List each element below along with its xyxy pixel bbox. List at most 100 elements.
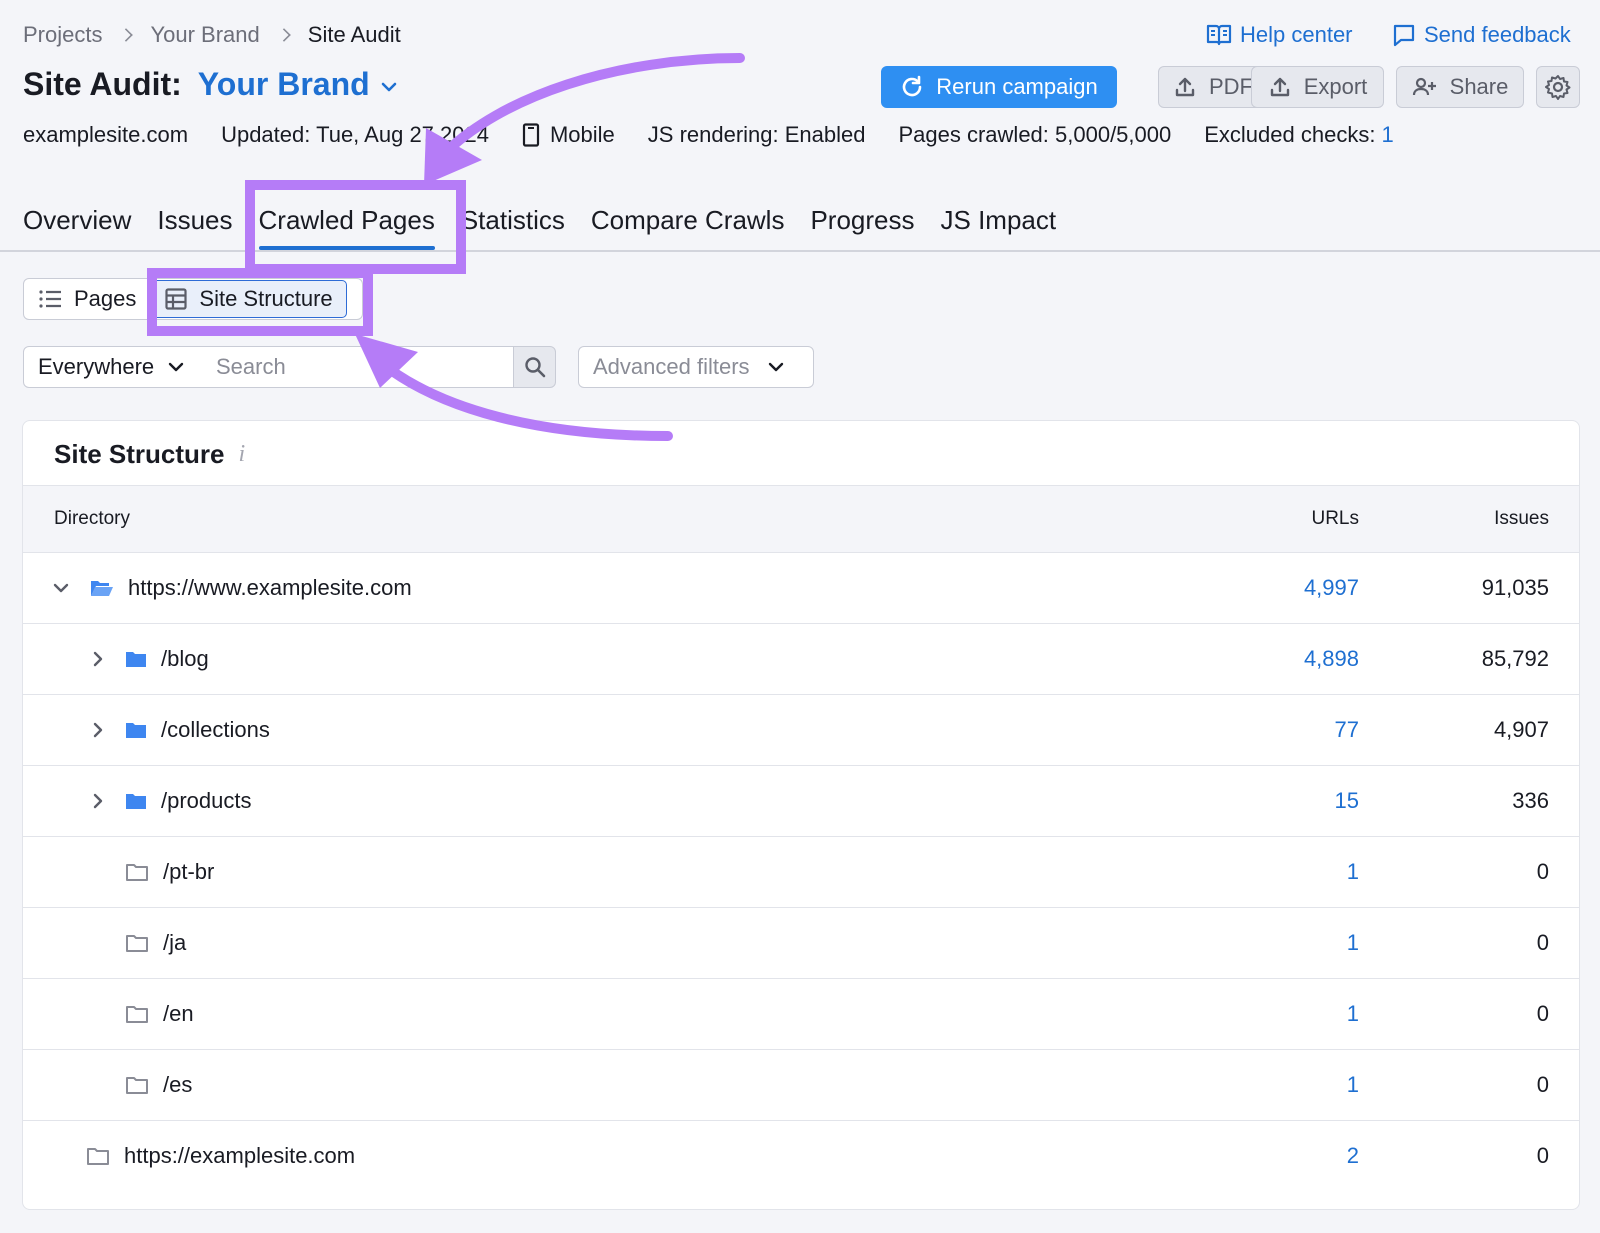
table-row: /collections 77 4,907 bbox=[23, 695, 1579, 766]
directory-name[interactable]: /es bbox=[163, 1072, 192, 1098]
tab-js-impact[interactable]: JS Impact bbox=[941, 205, 1057, 250]
project-selector[interactable]: Your Brand bbox=[198, 66, 370, 103]
feedback-icon bbox=[1393, 24, 1415, 47]
urls-link[interactable]: 1 bbox=[1347, 979, 1359, 1049]
view-toggle: Pages Site Structure bbox=[23, 278, 363, 320]
tab-statistics[interactable]: Statistics bbox=[461, 205, 565, 250]
list-icon bbox=[39, 290, 61, 308]
folder-outline-icon bbox=[87, 1148, 109, 1165]
urls-link[interactable]: 77 bbox=[1335, 695, 1359, 765]
directory-name[interactable]: https://www.examplesite.com bbox=[128, 575, 412, 601]
help-center-link[interactable]: Help center bbox=[1206, 22, 1353, 48]
audit-meta: examplesite.com Updated: Tue, Aug 27 202… bbox=[23, 122, 1427, 148]
chevron-down-icon[interactable] bbox=[52, 581, 70, 595]
urls-link[interactable]: 4,997 bbox=[1304, 553, 1359, 623]
issues-count: 4,907 bbox=[1493, 717, 1549, 742]
breadcrumb-your-brand[interactable]: Your Brand bbox=[150, 22, 259, 48]
issues-count: 0 bbox=[1536, 859, 1549, 884]
urls-link[interactable]: 1 bbox=[1347, 837, 1359, 907]
urls-link[interactable]: 15 bbox=[1335, 766, 1359, 836]
column-urls[interactable]: URLs bbox=[1311, 508, 1359, 530]
site-structure-view-label: Site Structure bbox=[199, 286, 333, 311]
tab-progress[interactable]: Progress bbox=[810, 205, 914, 250]
upload-icon bbox=[1175, 77, 1195, 97]
directory-name[interactable]: https://examplesite.com bbox=[124, 1143, 355, 1169]
chevron-right-icon[interactable] bbox=[91, 650, 105, 668]
urls-link[interactable]: 1 bbox=[1347, 908, 1359, 978]
export-button[interactable]: Export bbox=[1251, 66, 1384, 108]
tab-issues[interactable]: Issues bbox=[157, 205, 232, 250]
scope-select[interactable]: Everywhere bbox=[23, 346, 203, 388]
search-placeholder: Search bbox=[216, 354, 286, 379]
chevron-down-icon[interactable] bbox=[380, 80, 398, 94]
advanced-filters-select[interactable]: Advanced filters bbox=[578, 346, 814, 388]
urls-link[interactable]: 2 bbox=[1347, 1121, 1359, 1191]
folder-outline-icon bbox=[126, 1077, 148, 1094]
folder-icon bbox=[126, 794, 146, 809]
site-structure-view-button[interactable]: Site Structure bbox=[151, 280, 347, 318]
advanced-filters-label: Advanced filters bbox=[593, 354, 750, 379]
export-label: Export bbox=[1303, 74, 1368, 99]
site-structure-card: Site Structure i Directory URLs Issues h… bbox=[22, 420, 1580, 1210]
issues-count: 0 bbox=[1536, 1001, 1549, 1026]
folder-icon bbox=[126, 723, 146, 738]
card-title-text: Site Structure bbox=[54, 439, 225, 469]
pages-view-label: Pages bbox=[74, 286, 137, 311]
search-icon bbox=[524, 357, 545, 378]
table-row: /ja 1 0 bbox=[23, 908, 1579, 979]
directory-name[interactable]: /en bbox=[163, 1001, 194, 1027]
pages-crawled-text: Pages crawled: 5,000/5,000 bbox=[898, 122, 1172, 147]
page-title-label: Site Audit: bbox=[23, 66, 182, 102]
tabs-divider bbox=[0, 250, 1600, 252]
folder-outline-icon bbox=[126, 1006, 148, 1023]
issues-count: 0 bbox=[1536, 1072, 1549, 1097]
urls-link[interactable]: 1 bbox=[1347, 1050, 1359, 1120]
issues-count: 0 bbox=[1536, 1143, 1549, 1168]
table-row: /en 1 0 bbox=[23, 979, 1579, 1050]
directory-name[interactable]: /pt-br bbox=[163, 859, 214, 885]
directory-name[interactable]: /blog bbox=[161, 646, 209, 672]
directory-name[interactable]: /collections bbox=[161, 717, 270, 743]
tab-crawled-pages[interactable]: Crawled Pages bbox=[258, 205, 436, 250]
device-info: Mobile bbox=[522, 122, 615, 148]
help-center-label: Help center bbox=[1240, 22, 1353, 47]
tab-overview[interactable]: Overview bbox=[23, 205, 131, 250]
table-row: /es 1 0 bbox=[23, 1050, 1579, 1121]
table-row: https://www.examplesite.com 4,997 91,035 bbox=[23, 553, 1579, 624]
info-icon[interactable]: i bbox=[239, 441, 246, 468]
column-issues[interactable]: Issues bbox=[1494, 508, 1549, 530]
urls-link[interactable]: 4,898 bbox=[1304, 624, 1359, 694]
tab-compare-crawls[interactable]: Compare Crawls bbox=[591, 205, 785, 250]
rerun-campaign-button[interactable]: Rerun campaign bbox=[881, 66, 1117, 108]
search-input[interactable]: Search bbox=[202, 346, 514, 388]
excluded-checks-link[interactable]: 1 bbox=[1381, 122, 1393, 148]
pages-view-button[interactable]: Pages bbox=[24, 279, 150, 319]
chevron-down-icon bbox=[168, 362, 184, 372]
issues-count: 336 bbox=[1512, 788, 1549, 813]
folder-outline-icon bbox=[126, 935, 148, 952]
search-button[interactable] bbox=[513, 346, 556, 388]
excluded-checks-label: Excluded checks: bbox=[1204, 122, 1376, 147]
domain-text: examplesite.com bbox=[23, 122, 189, 147]
chevron-right-icon[interactable] bbox=[91, 721, 105, 739]
upload-icon bbox=[1270, 77, 1289, 97]
send-feedback-link[interactable]: Send feedback bbox=[1392, 22, 1571, 48]
table-row: /products 15 336 bbox=[23, 766, 1579, 837]
folder-open-icon bbox=[91, 581, 113, 596]
directory-name[interactable]: /ja bbox=[163, 930, 186, 956]
chevron-right-icon[interactable] bbox=[91, 792, 105, 810]
settings-button[interactable] bbox=[1536, 66, 1580, 108]
chevron-down-icon bbox=[768, 362, 783, 372]
js-rendering-text: JS rendering: Enabled bbox=[647, 122, 866, 147]
chevron-right-icon bbox=[119, 28, 134, 42]
directory-name[interactable]: /products bbox=[161, 788, 252, 814]
refresh-icon bbox=[902, 75, 922, 97]
rerun-campaign-label: Rerun campaign bbox=[936, 74, 1098, 99]
share-label: Share bbox=[1449, 74, 1509, 99]
issues-count: 85,792 bbox=[1481, 646, 1549, 671]
scope-select-value: Everywhere bbox=[38, 354, 155, 379]
column-directory: Directory bbox=[54, 508, 131, 529]
share-button[interactable]: Share bbox=[1396, 66, 1524, 108]
table-icon bbox=[165, 288, 187, 310]
breadcrumb-projects[interactable]: Projects bbox=[23, 22, 102, 48]
